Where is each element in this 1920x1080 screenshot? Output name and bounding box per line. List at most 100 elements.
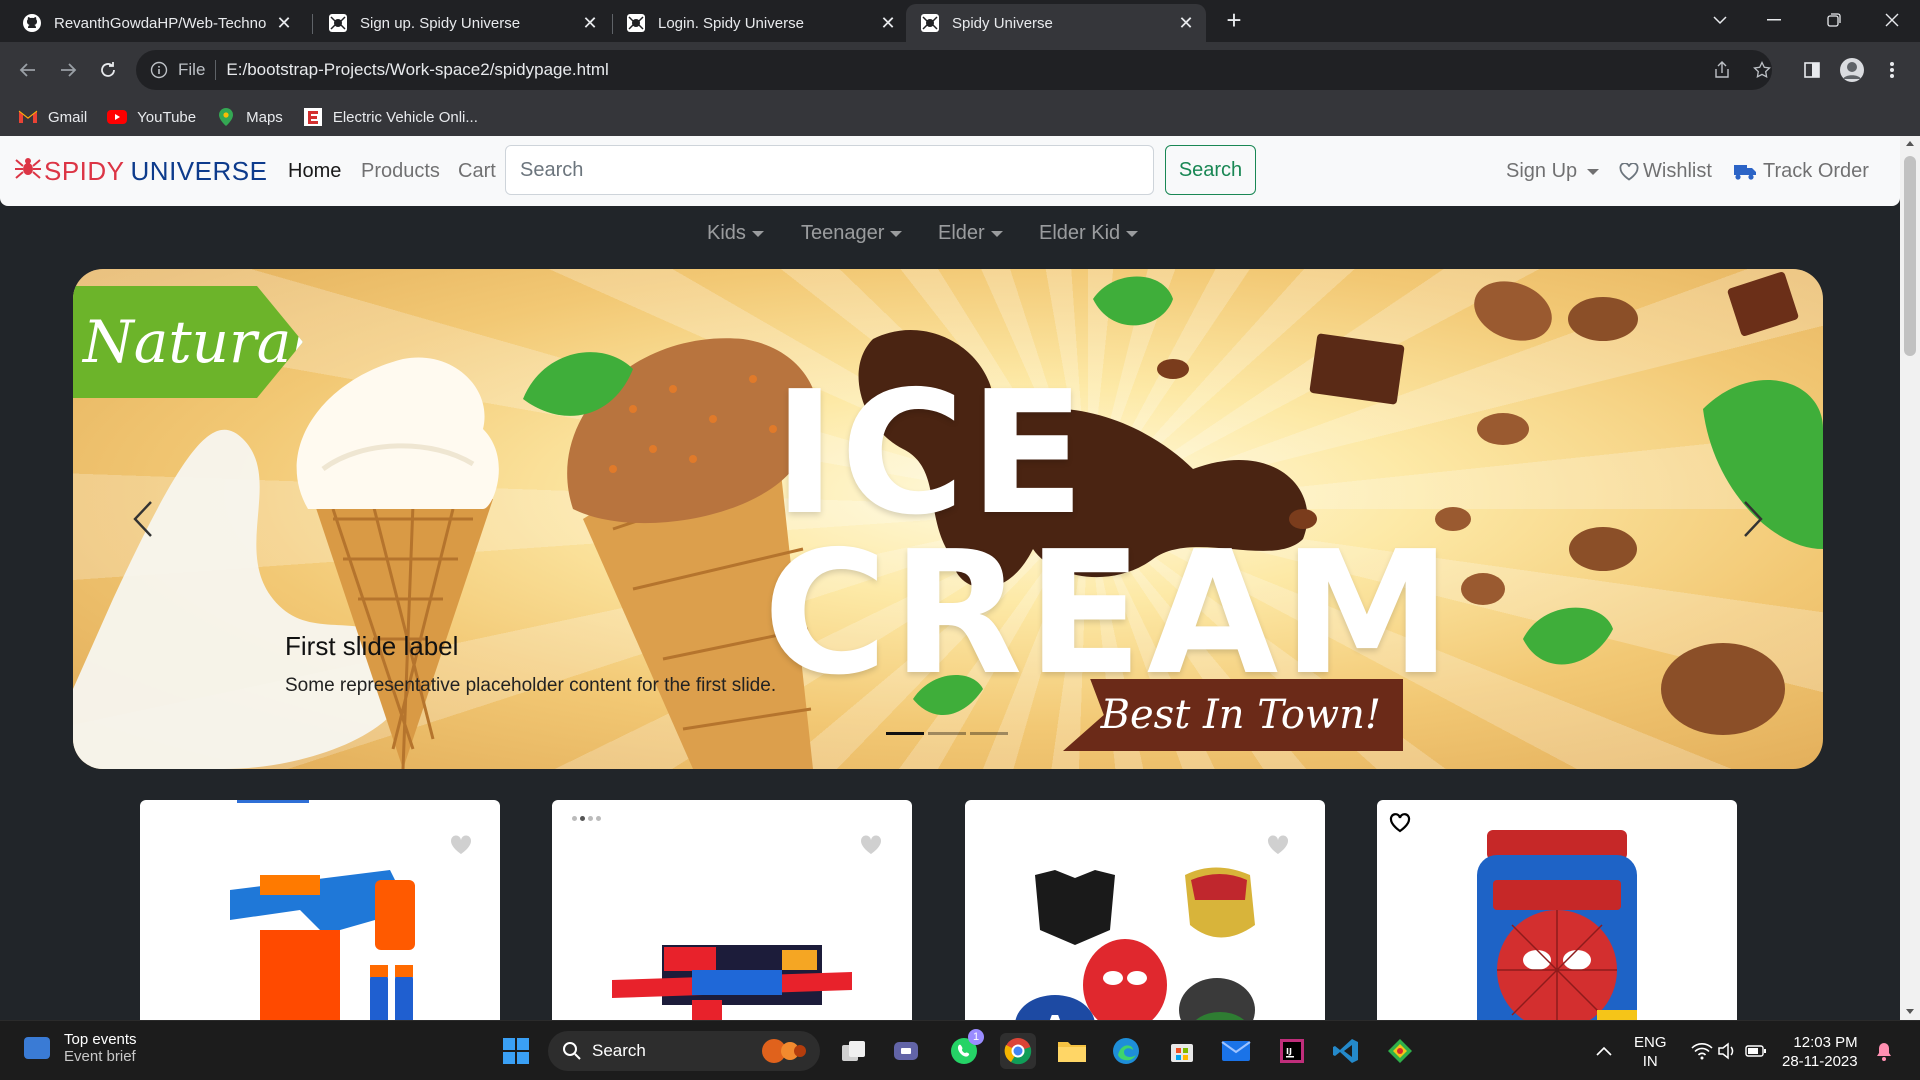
kebab-menu-icon[interactable] — [1878, 56, 1906, 84]
carousel-prev-button[interactable] — [123, 489, 163, 549]
task-view-icon[interactable] — [836, 1033, 872, 1069]
edge-icon[interactable] — [1108, 1033, 1144, 1069]
widgets-button[interactable]: Top events Event brief — [24, 1031, 137, 1065]
carousel-indicators — [886, 732, 1008, 735]
side-panel-icon[interactable] — [1798, 56, 1826, 84]
scrollbar-thumb[interactable] — [1904, 156, 1916, 356]
track-order-link[interactable]: Track Order — [1733, 160, 1869, 183]
signup-dropdown[interactable]: Sign Up — [1506, 160, 1600, 183]
chevron-right-icon — [1744, 501, 1763, 537]
vscode-icon[interactable] — [1328, 1033, 1364, 1069]
reload-icon[interactable] — [94, 56, 122, 84]
close-icon[interactable]: ✕ — [878, 13, 898, 33]
tab-title: RevanthGowdaHP/Web-Technol — [54, 14, 266, 32]
taskbar-search[interactable]: Search — [548, 1031, 820, 1071]
minimize-button[interactable] — [1754, 6, 1794, 34]
tab-search-chevron-icon[interactable] — [1700, 6, 1740, 34]
back-icon[interactable] — [14, 56, 42, 84]
brand-part2: UNIVERSE — [130, 156, 268, 186]
category-label: Elder Kid — [1039, 222, 1121, 244]
spider-icon — [328, 13, 348, 33]
caret-down-icon — [1126, 230, 1139, 237]
tab-github[interactable]: RevanthGowdaHP/Web-Technol ✕ — [8, 4, 304, 42]
language-indicator[interactable]: ENG IN — [1634, 1033, 1667, 1071]
tab-signup[interactable]: Sign up. Spidy Universe ✕ — [314, 4, 610, 42]
bookmark-youtube[interactable]: YouTube — [107, 108, 196, 126]
close-window-button[interactable] — [1872, 6, 1912, 34]
start-windows-icon[interactable] — [498, 1033, 534, 1069]
microsoft-store-icon[interactable] — [1164, 1033, 1200, 1069]
signup-label: Sign Up — [1506, 160, 1578, 182]
bookmark-ev[interactable]: Electric Vehicle Onli... — [303, 108, 478, 126]
carousel-indicator[interactable] — [886, 732, 924, 735]
restore-button[interactable] — [1814, 6, 1854, 34]
bookmark-maps[interactable]: Maps — [216, 108, 283, 126]
forward-icon[interactable] — [54, 56, 82, 84]
truck-icon — [1733, 163, 1757, 181]
taskbar-search-label: Search — [592, 1041, 646, 1060]
bookmarks-bar: Gmail YouTube Maps Electric Vehicle Onli… — [0, 98, 1920, 136]
carousel-indicator[interactable] — [928, 732, 966, 735]
browser-tab-strip: RevanthGowdaHP/Web-Technol ✕ Sign up. Sp… — [0, 0, 1920, 42]
nav-products-link[interactable]: Products — [361, 160, 440, 183]
carousel-next-button[interactable] — [1733, 489, 1773, 549]
clock[interactable]: 12:03 PM 28-11-2023 — [1782, 1033, 1858, 1071]
new-tab-button[interactable]: + — [1222, 7, 1246, 33]
mail-icon[interactable] — [1218, 1033, 1254, 1069]
youtube-icon — [107, 108, 128, 126]
spider-logo-icon — [14, 155, 42, 188]
category-elder-dropdown[interactable]: Elder — [938, 222, 1003, 245]
chevron-up-icon[interactable] — [1586, 1033, 1622, 1069]
caret-down-icon — [751, 230, 764, 237]
nav-cart-link[interactable]: Cart — [458, 160, 496, 183]
scroll-down-arrow-icon[interactable] — [1906, 1009, 1914, 1014]
windows-taskbar: Top events Event brief Search 1 IJ ENG I… — [0, 1020, 1920, 1080]
category-elder-kid-dropdown[interactable]: Elder Kid — [1039, 222, 1139, 245]
nav-home-link[interactable]: Home — [288, 160, 341, 183]
tab-spidy-universe[interactable]: Spidy Universe ✕ — [906, 4, 1206, 42]
file-explorer-icon[interactable] — [1054, 1033, 1090, 1069]
profile-avatar[interactable] — [1838, 56, 1866, 84]
product-card[interactable] — [1377, 800, 1737, 1020]
battery-icon[interactable] — [1738, 1033, 1774, 1069]
spider-icon — [626, 13, 646, 33]
carousel-indicator[interactable] — [970, 732, 1008, 735]
site-brand[interactable]: SPIDY UNIVERSE — [14, 155, 267, 188]
site-search-button[interactable]: Search — [1165, 145, 1256, 195]
tab-title: Sign up. Spidy Universe — [360, 14, 521, 32]
address-bar[interactable]: File E:/bootstrap-Projects/Work-space2/s… — [136, 50, 1772, 90]
close-icon[interactable]: ✕ — [1176, 13, 1196, 33]
language-line2: IN — [1642, 1053, 1658, 1070]
track-order-label: Track Order — [1763, 160, 1869, 182]
intellij-idea-icon[interactable]: IJ — [1274, 1033, 1310, 1069]
product-card[interactable] — [552, 800, 912, 1020]
product-image — [612, 945, 852, 1020]
site-search-input[interactable]: Search — [505, 145, 1154, 195]
chevron-left-icon — [133, 501, 152, 537]
share-icon[interactable] — [1708, 56, 1736, 84]
bookmark-star-icon[interactable] — [1748, 56, 1776, 84]
wishlist-label: Wishlist — [1643, 160, 1712, 182]
info-icon[interactable] — [150, 61, 168, 79]
wishlist-link[interactable]: Wishlist — [1619, 160, 1712, 183]
tab-login[interactable]: Login. Spidy Universe ✕ — [612, 4, 908, 42]
close-icon[interactable]: ✕ — [580, 13, 600, 33]
category-kids-dropdown[interactable]: Kids — [707, 222, 764, 245]
gmail-icon — [18, 108, 38, 126]
chrome-icon[interactable] — [1000, 1033, 1036, 1069]
bookmark-gmail[interactable]: Gmail — [18, 108, 87, 126]
page-scrollbar[interactable] — [1900, 136, 1920, 1020]
whatsapp-icon[interactable]: 1 — [946, 1029, 984, 1069]
scroll-up-arrow-icon[interactable] — [1906, 141, 1914, 146]
github-icon — [22, 13, 42, 33]
close-icon[interactable]: ✕ — [274, 13, 294, 33]
product-card[interactable]: A — [965, 800, 1325, 1020]
teams-chat-icon[interactable] — [888, 1033, 924, 1069]
git-tool-icon[interactable] — [1382, 1033, 1418, 1069]
category-teenager-dropdown[interactable]: Teenager — [801, 222, 903, 245]
headline-ice: ICE — [773, 355, 1090, 553]
notification-bell-icon[interactable] — [1866, 1033, 1902, 1069]
url-text[interactable]: E:/bootstrap-Projects/Work-space2/spidyp… — [226, 60, 608, 80]
product-card[interactable] — [140, 800, 500, 1020]
ev-site-icon — [303, 108, 323, 126]
